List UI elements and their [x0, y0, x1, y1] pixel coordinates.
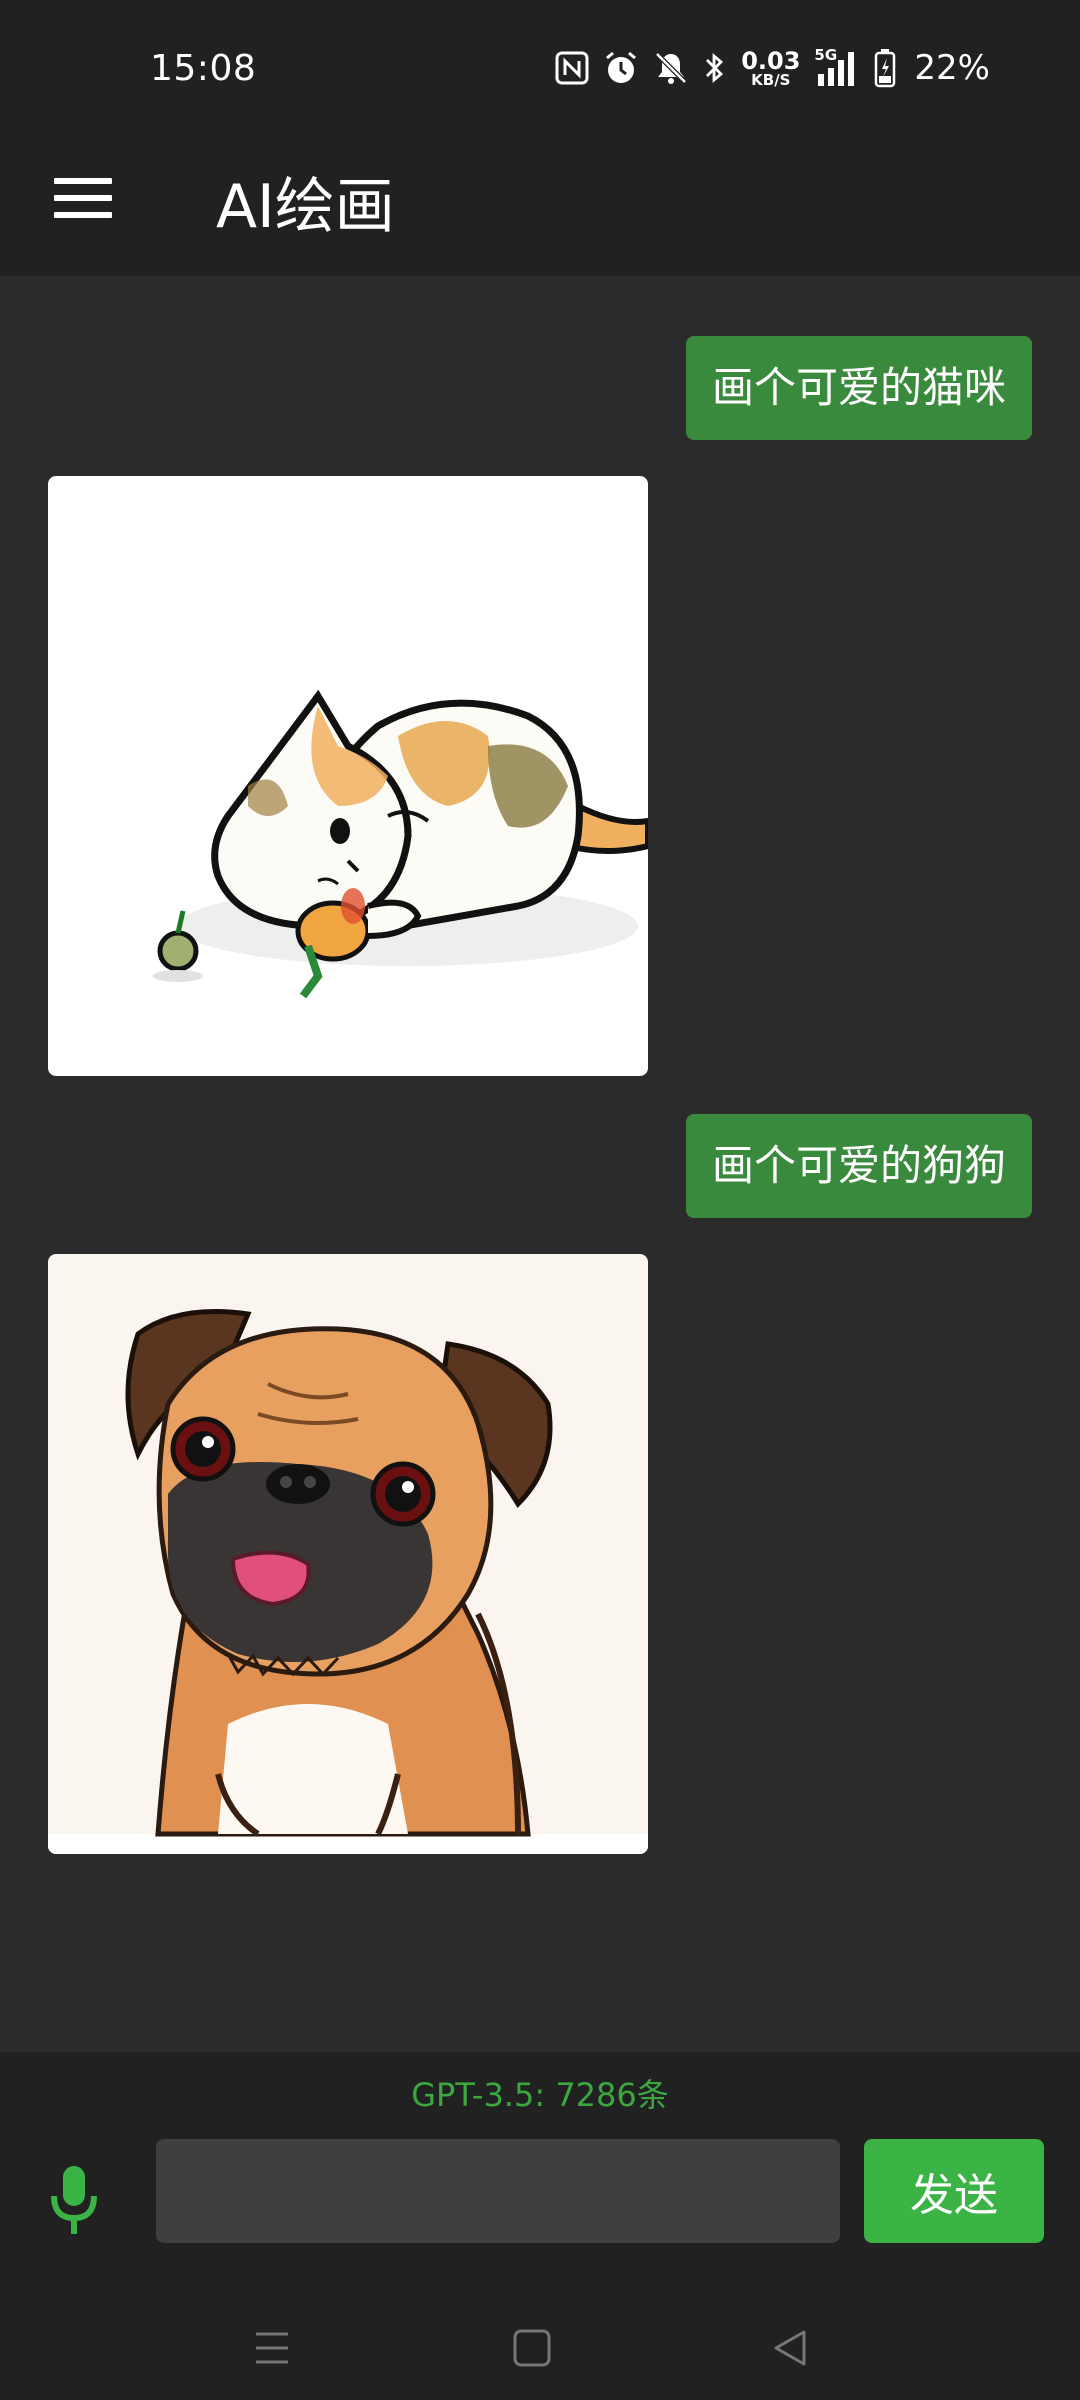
usage-counter: GPT-3.5: 7286条 [411, 2076, 669, 2114]
battery-icon [875, 49, 896, 88]
status-icons: 0.03 KB/S 5G 22% [555, 46, 990, 90]
user-message-bubble[interactable]: 画个可爱的狗狗 [685, 1114, 1032, 1218]
screen: 15:08 0.03 KB/S 5G 22% AI绘画 画个可爱的猫咪 画个可爱… [0, 0, 1080, 2400]
net-speed-value: 0.03 [741, 46, 801, 75]
composer: GPT-3.5: 7286条 发送 [0, 2052, 1080, 2302]
net-speed-unit: KB/S [751, 70, 791, 89]
net-speed: 0.03 KB/S [741, 49, 800, 88]
status-time: 15:08 [150, 48, 257, 89]
message-input[interactable] [156, 2139, 840, 2243]
nfc-icon [555, 51, 589, 85]
chat-list[interactable]: 画个可爱的猫咪 画个可爱的狗狗 [0, 276, 1080, 2052]
system-nav-bar [0, 2302, 1080, 2400]
alarm-icon [606, 51, 637, 83]
app-title: AI绘画 [216, 172, 395, 242]
generated-image-pug[interactable] [48, 1254, 648, 1854]
recent-apps-icon[interactable] [252, 2328, 292, 2368]
back-icon[interactable] [770, 2328, 810, 2368]
hamburger-menu-icon[interactable] [54, 168, 114, 228]
battery-percent: 22% [914, 48, 990, 88]
send-button[interactable]: 发送 [864, 2139, 1044, 2243]
app-bar: AI绘画 [0, 136, 1080, 276]
status-bar: 15:08 0.03 KB/S 5G 22% [0, 0, 1080, 136]
user-message-bubble[interactable]: 画个可爱的猫咪 [685, 336, 1032, 440]
mute-icon [655, 52, 687, 84]
cat-drawing [48, 476, 648, 1076]
bluetooth-icon [706, 52, 724, 84]
microphone-icon[interactable] [44, 2160, 104, 2240]
home-icon[interactable] [512, 2328, 552, 2368]
generated-image-cat[interactable] [48, 476, 648, 1076]
signal-icon: 5G [814, 46, 860, 88]
pug-drawing [48, 1254, 648, 1854]
